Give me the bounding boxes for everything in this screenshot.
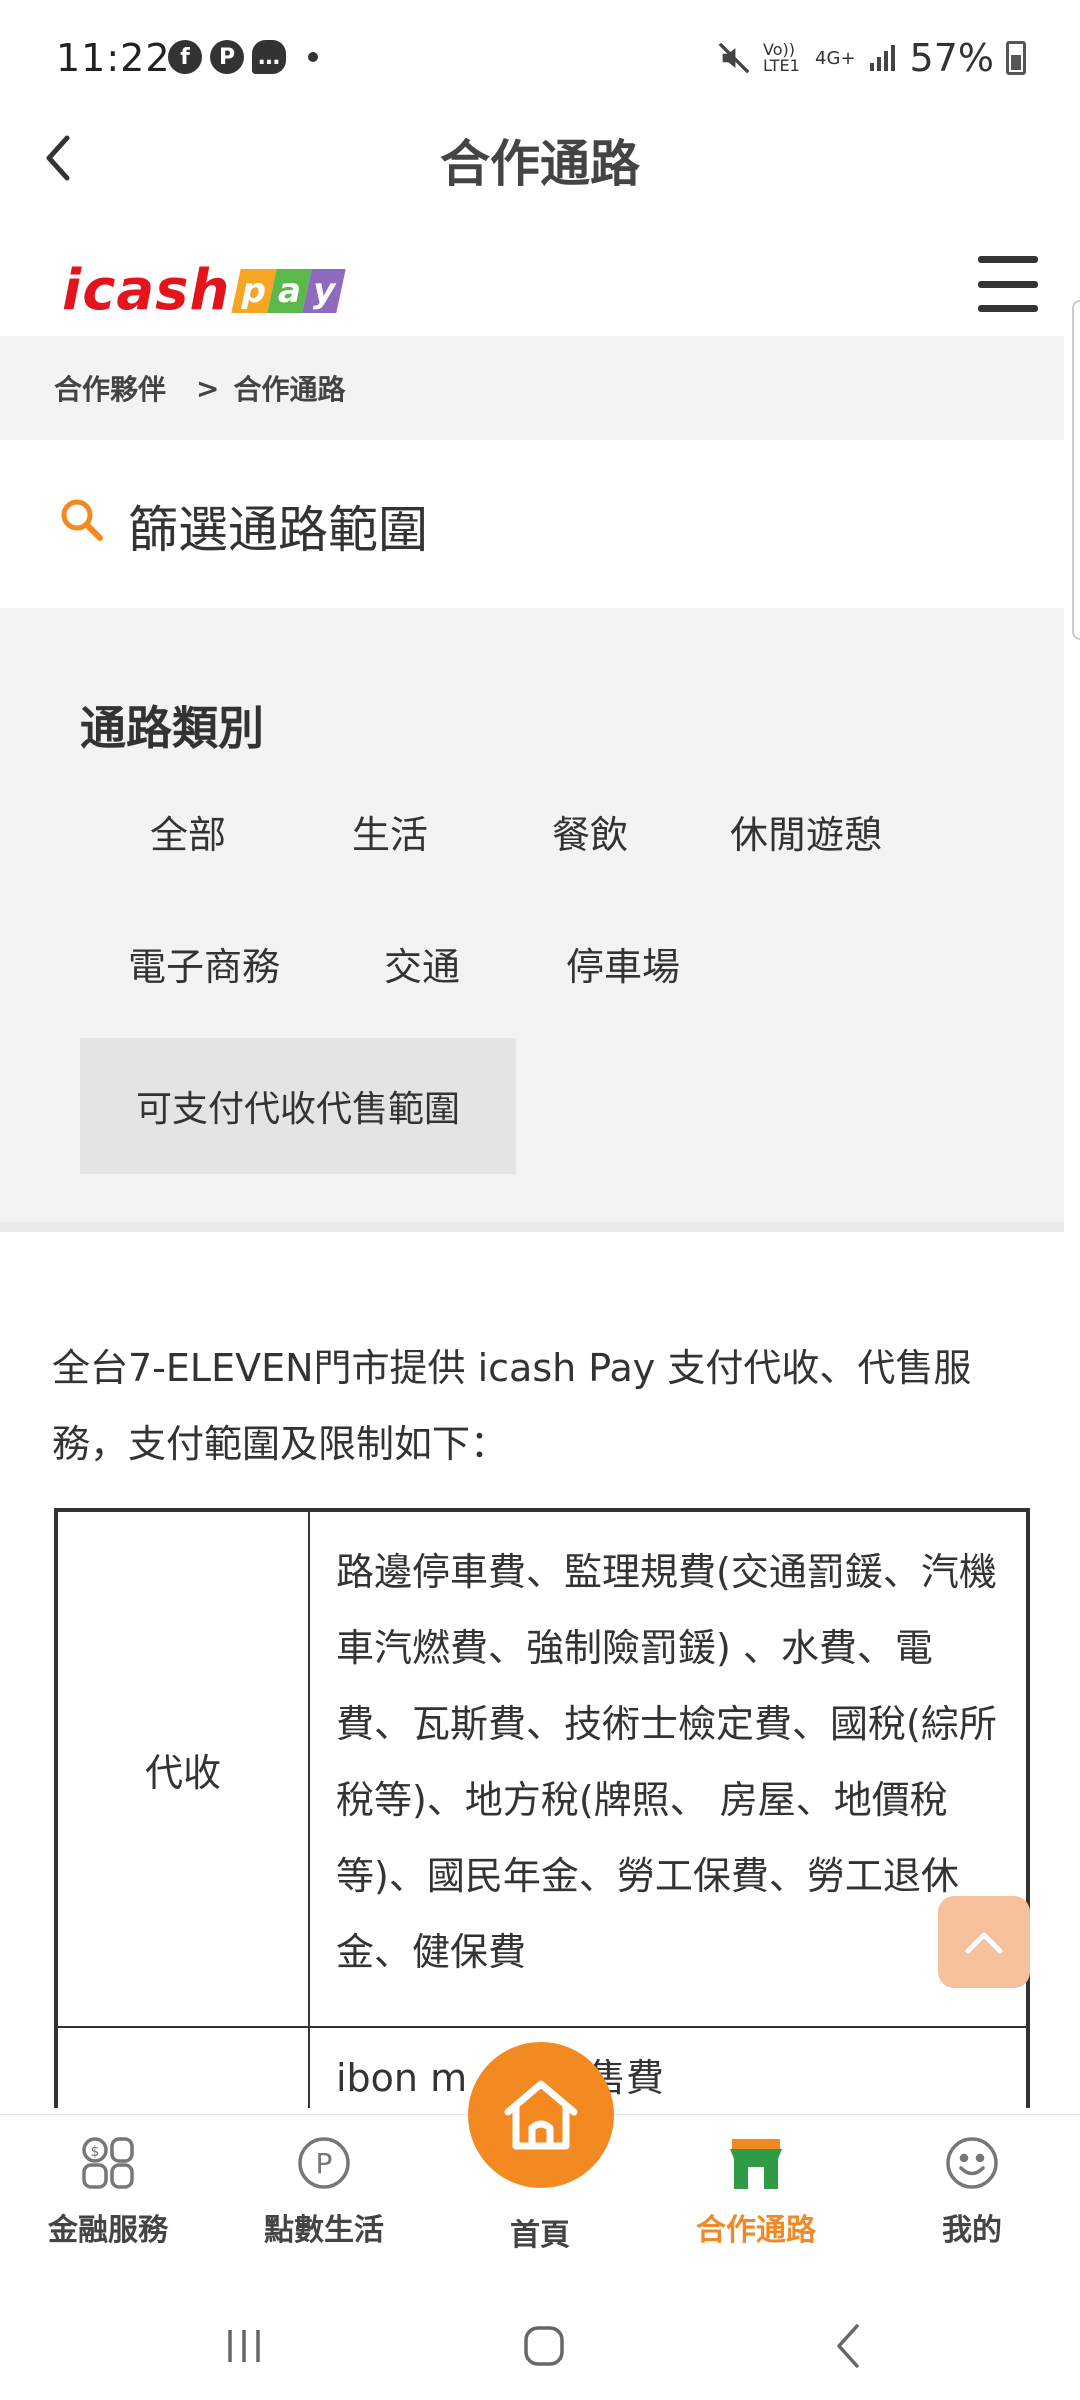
home-icon	[504, 2080, 578, 2150]
nav-label: 我的	[942, 2213, 1002, 2248]
nav-finance[interactable]: $ 金融服務	[8, 2133, 208, 2283]
table-row-label: 代收	[58, 1512, 310, 2026]
recent-apps-icon	[228, 2330, 260, 2362]
status-time: 11:22	[56, 36, 171, 80]
network-indicator: 4G+	[815, 47, 856, 69]
category-dining[interactable]: 餐飲	[552, 804, 628, 859]
category-all[interactable]: 全部	[150, 804, 226, 859]
scrollbar-handle[interactable]	[1072, 300, 1080, 640]
category-ecommerce[interactable]: 電子商務	[128, 936, 280, 991]
category-life[interactable]: 生活	[352, 804, 428, 859]
table-row-label	[58, 2028, 310, 2108]
mute-icon	[718, 42, 750, 74]
category-heading: 通路類別	[80, 701, 264, 755]
service-table: 代收 路邊停車費、監理規費(交通罰鍰、汽機車汽燃費、強制險罰鍰) 、水費、電費、…	[54, 1508, 1030, 2108]
nav-mine[interactable]: 我的	[872, 2133, 1072, 2283]
breadcrumb: 合作夥伴 > 合作通路	[0, 336, 1064, 440]
breadcrumb-item-partners[interactable]: 合作夥伴	[54, 368, 166, 408]
category-leisure[interactable]: 休閒遊憩	[730, 804, 882, 859]
menu-button[interactable]	[978, 256, 1038, 312]
breadcrumb-separator: >	[196, 371, 220, 405]
volte-indicator: Vo)) LTE1	[763, 40, 800, 75]
status-right: Vo)) LTE1 4G+ 57%	[717, 36, 1026, 80]
nav-points[interactable]: P 點數生活	[224, 2133, 424, 2283]
icash-pay-logo[interactable]: icash p a y	[62, 258, 347, 323]
table-row: 代收 路邊停車費、監理規費(交通罰鍰、汽機車汽燃費、強制險罰鍰) 、水費、電費、…	[58, 1512, 1026, 2028]
menu-line	[978, 305, 1038, 312]
finance-icon: $	[78, 2133, 138, 2193]
logo-pay-letter: y	[303, 268, 347, 313]
battery-percent: 57%	[909, 36, 994, 80]
nav-label: 金融服務	[48, 2213, 168, 2248]
intro-text: 全台7-ELEVEN門市提供 icash Pay 支付代收、代售服務，支付範圍及…	[52, 1346, 972, 1466]
table-row-value: ibon m 售費	[336, 2056, 664, 2100]
battery-icon	[1006, 41, 1026, 75]
notification-icons: f P …	[168, 40, 318, 74]
smiley-icon	[942, 2133, 1002, 2193]
system-navigation-bar	[0, 2290, 1080, 2400]
nav-channels[interactable]: 合作通路	[656, 2133, 856, 2283]
nav-label: 點數生活	[264, 2213, 384, 2248]
filter-panel: 通路類別 全部 生活 餐飲 休閒遊憩 電子商務 交通 停車場 可支付代收代售範圍	[0, 608, 1064, 1228]
title-bar: 合作通路	[0, 120, 1080, 200]
signal-icon	[869, 45, 895, 71]
category-transport[interactable]: 交通	[384, 936, 460, 991]
store-icon	[726, 2133, 786, 2193]
nav-label-home: 首頁	[510, 2218, 570, 2253]
chevron-up-icon	[965, 1932, 1003, 1954]
menu-line	[978, 280, 1038, 288]
search-icon	[61, 499, 103, 541]
page-title: 合作通路	[440, 135, 640, 193]
category-parking[interactable]: 停車場	[566, 936, 680, 991]
facebook-icon: f	[168, 40, 202, 74]
points-icon: P	[294, 2133, 354, 2193]
status-bar: 11:22 f P … Vo)) LTE1 4G+ 57%	[0, 0, 1080, 120]
menu-line	[978, 256, 1038, 263]
home-button[interactable]	[468, 2042, 614, 2188]
table-row-value: 路邊停車費、監理規費(交通罰鍰、汽機車汽燃費、強制險罰鍰) 、水費、電費、瓦斯費…	[336, 1550, 997, 1974]
svg-text:P: P	[316, 2147, 333, 2180]
filter-title: 篩選通路範圍	[128, 501, 428, 559]
system-back-button[interactable]	[808, 2318, 888, 2374]
system-home-button[interactable]	[504, 2318, 584, 2374]
nav-label: 合作通路	[696, 2213, 816, 2248]
filter-toggle[interactable]: 篩選通路範圍	[0, 440, 1064, 608]
system-back-icon	[837, 2324, 859, 2368]
pixnet-icon: P	[210, 40, 244, 74]
chat-icon: …	[252, 40, 286, 74]
more-notifications-dot	[308, 52, 318, 62]
category-payment-collection[interactable]: 可支付代收代售範圍	[80, 1038, 516, 1174]
svg-text:$: $	[91, 2144, 100, 2160]
brand-header: icash p a y	[0, 240, 1080, 336]
breadcrumb-item-channels[interactable]: 合作通路	[233, 368, 345, 408]
recent-apps-button[interactable]	[204, 2318, 284, 2374]
system-home-icon	[524, 2326, 564, 2366]
back-to-top-button[interactable]	[938, 1896, 1030, 1988]
divider	[0, 1222, 1064, 1232]
logo-pay-badge: p a y	[231, 268, 347, 313]
logo-icash-text: icash	[62, 258, 231, 323]
